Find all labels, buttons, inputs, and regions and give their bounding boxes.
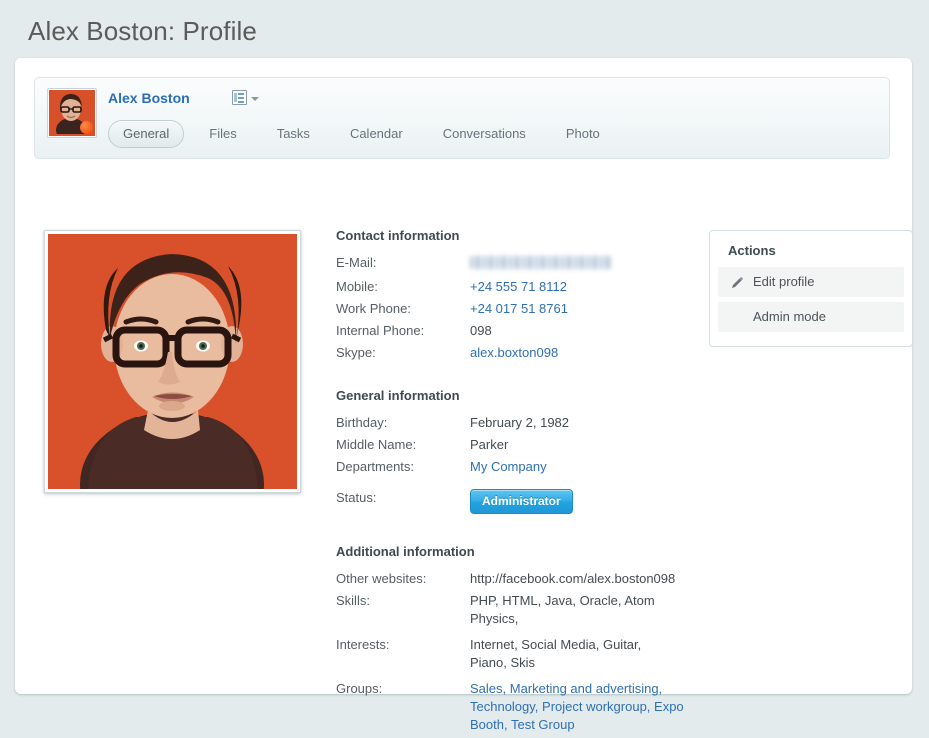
mini-avatar[interactable] [48, 89, 96, 137]
profile-photo-svg [48, 234, 297, 489]
general-information-section: General information Birthday: February 2… [336, 388, 696, 514]
info-value-departments: My Company [470, 458, 547, 476]
info-value-groups: Sales, Marketing and advertising, Techno… [470, 680, 685, 734]
info-row-other-websites: Other websites: http://facebook.com/alex… [336, 570, 696, 588]
online-status-dot [80, 121, 93, 134]
info-row-status: Status: Administrator [336, 489, 696, 514]
tab-calendar[interactable]: Calendar [335, 120, 418, 148]
info-label: Other websites: [336, 571, 427, 586]
skype-link[interactable]: alex.boxton098 [470, 345, 558, 360]
info-label: Birthday: [336, 415, 388, 430]
info-label: Groups: [336, 681, 383, 696]
info-label: Middle Name: [336, 437, 417, 452]
profile-content-card: Alex Boston General Files Tasks Calendar Con… [15, 58, 913, 732]
info-value-status: Administrator [470, 489, 573, 514]
info-value-work-phone: +24 017 51 8761 [470, 300, 568, 318]
info-label-status: Status: [336, 490, 377, 505]
info-value-other-websites: http://facebook.com/alex.boston098 [470, 571, 676, 586]
tab-files[interactable]: Files [194, 120, 251, 148]
info-row-mobile: Mobile: +24 555 71 8112 [336, 278, 696, 296]
admin-mode-label: Admin mode [753, 309, 826, 324]
profile-photo[interactable] [44, 230, 301, 493]
contact-information-section: Contact information E-Mail: Mobile: +24 … [336, 228, 696, 362]
info-label: Interests: [336, 637, 390, 652]
tab-tasks[interactable]: Tasks [262, 120, 325, 148]
info-label: Skype: [336, 345, 376, 360]
actions-heading: Actions [728, 243, 776, 258]
tab-conversations[interactable]: Conversations [428, 120, 541, 148]
contact-information-heading: Contact information [336, 228, 460, 243]
info-label: Skills: [336, 593, 370, 608]
info-row-internal-phone: Internal Phone: 098 [336, 322, 696, 340]
info-value-interests: Internet, Social Media, Guitar, Piano, S… [470, 637, 642, 670]
info-row-birthday: Birthday: February 2, 1982 [336, 414, 696, 432]
pencil-icon [732, 277, 743, 288]
info-value-middle-name: Parker [470, 437, 509, 452]
profile-details: Contact information E-Mail: Mobile: +24 … [336, 228, 696, 738]
info-value-internal-phone: 098 [470, 323, 492, 338]
info-label: Mobile: [336, 279, 378, 294]
business-card-icon[interactable] [232, 90, 247, 105]
info-value-email [470, 254, 613, 274]
actions-panel: Actions Edit profile Admin mode [709, 230, 913, 347]
page-title: Alex Boston: Profile [28, 16, 257, 46]
info-row-email: E-Mail: [336, 254, 696, 274]
info-row-departments: Departments: My Company [336, 458, 696, 476]
info-label: Departments: [336, 459, 415, 474]
general-information-heading: General information [336, 388, 460, 403]
additional-information-section: Additional information Other websites: h… [336, 544, 696, 734]
department-link[interactable]: My Company [470, 459, 547, 474]
tab-general[interactable]: General [108, 120, 185, 148]
business-card-icon-line [238, 97, 244, 99]
info-value-mobile: +24 555 71 8112 [470, 278, 567, 296]
edit-profile-button[interactable]: Edit profile [718, 267, 904, 297]
chevron-down-icon[interactable] [251, 97, 259, 101]
mobile-phone-link[interactable]: +24 555 71 8112 [470, 279, 567, 294]
info-label: E-Mail: [336, 255, 377, 270]
info-value-birthday: February 2, 1982 [470, 415, 570, 430]
edit-profile-label: Edit profile [753, 274, 815, 289]
info-row-interests: Interests: Internet, Social Media, Guita… [336, 636, 696, 672]
info-row-work-phone: Work Phone: +24 017 51 8761 [336, 300, 696, 318]
profile-photo-image [48, 234, 297, 489]
info-row-groups: Groups: Sales, Marketing and advertising… [336, 680, 696, 734]
info-label: Work Phone: [336, 301, 411, 316]
business-card-icon-photo [234, 93, 237, 102]
profile-header: Alex Boston General Files Tasks Calendar Con… [34, 77, 890, 159]
additional-information-heading: Additional information [336, 544, 475, 559]
info-value-skills: PHP, HTML, Java, Oracle, Atom Physics, [470, 593, 655, 626]
work-phone-link[interactable]: +24 017 51 8761 [470, 301, 568, 316]
info-row-skype: Skype: alex.boxton098 [336, 344, 696, 362]
redacted-email [470, 256, 613, 269]
info-row-middle-name: Middle Name: Parker [336, 436, 696, 454]
groups-links[interactable]: Sales, Marketing and advertising, Techno… [470, 681, 684, 732]
profile-tabs: General Files Tasks Calendar Conversations Ph… [108, 120, 625, 148]
info-row-skills: Skills: PHP, HTML, Java, Oracle, Atom Ph… [336, 592, 696, 628]
status-badge: Administrator [470, 489, 573, 514]
tab-photo[interactable]: Photo [551, 120, 615, 148]
business-card-icon-line [238, 101, 244, 103]
info-label: Internal Phone: [336, 323, 425, 338]
admin-mode-button[interactable]: Admin mode [718, 302, 904, 332]
profile-name-link[interactable]: Alex Boston [108, 90, 190, 106]
info-value-skype: alex.boxton098 [470, 344, 558, 362]
business-card-icon-line [238, 93, 244, 95]
